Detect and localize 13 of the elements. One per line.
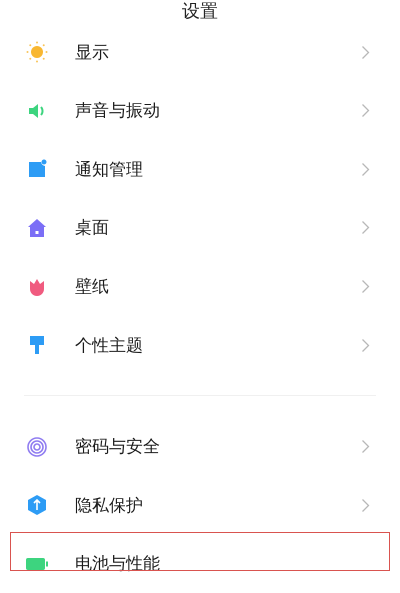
settings-item[interactable]: 声音与振动	[75, 99, 361, 122]
shield-icon	[26, 494, 48, 516]
settings-item[interactable]: 隐私保护	[75, 494, 361, 517]
settings-item[interactable]: 个性主题	[75, 334, 361, 357]
page-title: 设置	[182, 0, 218, 23]
fingerprint-icon	[26, 436, 48, 458]
settings-item[interactable]: 桌面	[75, 216, 361, 240]
settings-item[interactable]: 显示	[75, 40, 361, 64]
sun-icon	[26, 41, 48, 64]
home-icon	[26, 216, 48, 239]
settings-item[interactable]: 通知管理	[75, 158, 361, 181]
settings-item[interactable]: 壁纸	[75, 275, 361, 298]
settings-item[interactable]: 密码与安全	[75, 435, 361, 458]
